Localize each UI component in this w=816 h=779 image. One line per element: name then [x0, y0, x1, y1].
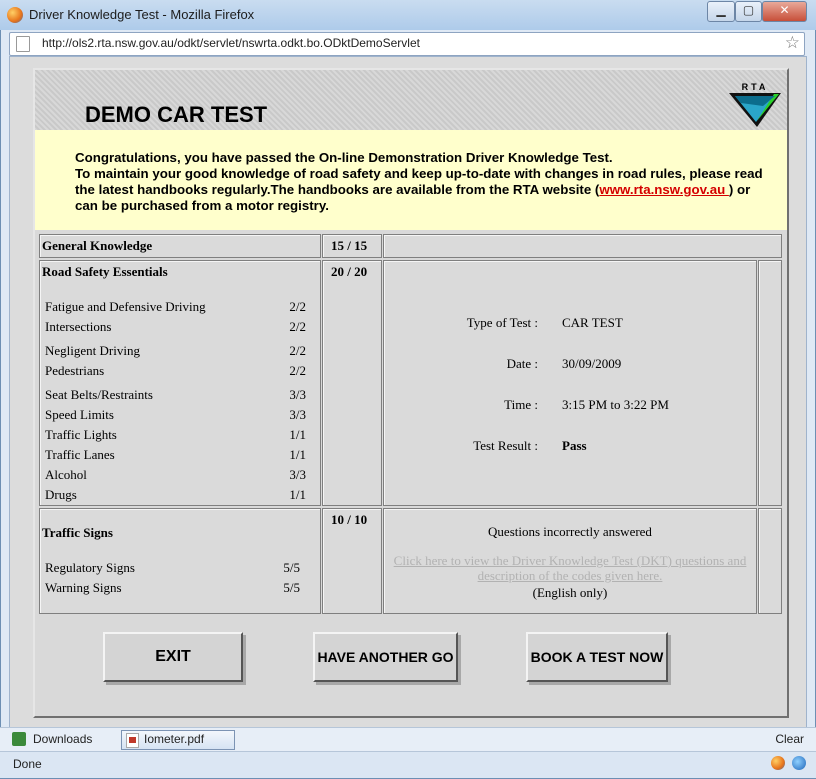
traffic-signs-cell: Traffic Signs Regulatory Signs 5/5 Warni… [39, 508, 321, 614]
downloads-bar: Downloads Iometer.pdf Clear [0, 727, 816, 752]
page-icon [16, 36, 30, 52]
test-result-value: Pass [562, 438, 587, 453]
topic-name: Drugs [45, 487, 77, 502]
date-label: Date : [506, 356, 538, 371]
topic-name: Traffic Lanes [45, 447, 115, 462]
topic-name: Intersections [45, 319, 112, 334]
action-buttons: EXIT HAVE ANOTHER GO BOOK A TEST NOW [35, 616, 787, 716]
general-knowledge-label: General Knowledge [42, 238, 153, 253]
status-text: Done [13, 757, 42, 771]
congratulations-message: Congratulations, you have passed the On-… [75, 150, 775, 214]
message-line-1: Congratulations, you have passed the On-… [75, 150, 613, 165]
topic-score: 1/1 [289, 447, 306, 462]
topic-name: Negligent Driving [45, 343, 140, 358]
view-questions-link[interactable]: Click here to view the Driver Knowledge … [390, 553, 750, 583]
status-bar: Done [0, 751, 816, 778]
rta-website-link[interactable]: www.rta.nsw.gov.au [599, 182, 729, 197]
downloads-icon [12, 732, 26, 746]
have-another-go-button[interactable]: HAVE ANOTHER GO [313, 632, 458, 682]
address-bar[interactable]: http://ols2.rta.nsw.gov.au/odkt/servlet/… [9, 32, 805, 56]
road-safety-score: 20 / 20 [331, 264, 368, 279]
maximize-button[interactable]: ▢ [735, 1, 762, 22]
book-a-test-now-button[interactable]: BOOK A TEST NOW [526, 632, 668, 682]
topic-name: Alcohol [45, 467, 87, 482]
rta-logo: RTA [729, 82, 781, 127]
star-icon[interactable]: ☆ [785, 33, 800, 53]
topic-score: 3/3 [289, 407, 306, 422]
english-only-note: (English only) [532, 585, 608, 600]
road-safety-cell: Road Safety Essentials Fatigue and Defen… [39, 260, 321, 506]
sign-topic-name: Warning Signs [45, 580, 122, 595]
traffic-signs-score-cell: 10 / 10 [322, 508, 382, 614]
topic-name: Fatigue and Defensive Driving [45, 299, 206, 314]
topic-name: Traffic Lights [45, 427, 117, 442]
traffic-signs-label: Traffic Signs [42, 525, 113, 540]
general-knowledge-label-cell: General Knowledge [39, 234, 321, 258]
page-title: DEMO CAR TEST [85, 102, 268, 127]
sign-topic-name: Regulatory Signs [45, 560, 135, 575]
time-label: Time : [504, 397, 538, 412]
road-safety-score-cell: 20 / 20 [322, 260, 382, 506]
test-result-label: Test Result : [473, 438, 538, 453]
topic-name: Seat Belts/Restraints [45, 387, 153, 402]
general-knowledge-score-cell: 15 / 15 [322, 234, 382, 258]
topic-score: 3/3 [289, 467, 306, 482]
download-file-name[interactable]: Iometer.pdf [144, 732, 204, 746]
pdf-icon [126, 733, 139, 748]
topic-score: 2/2 [289, 299, 306, 314]
date-value: 30/09/2009 [562, 356, 622, 371]
topic-score: 2/2 [289, 363, 306, 378]
traffic-signs-score: 10 / 10 [331, 512, 368, 527]
topic-score: 3/3 [289, 387, 306, 402]
result-panel: DEMO CAR TEST RTA Congratulations, you h… [33, 68, 789, 718]
message-box: Congratulations, you have passed the On-… [35, 130, 787, 230]
firefox-status-icon[interactable] [771, 756, 785, 770]
sign-topic-score: 5/5 [283, 560, 300, 575]
topic-score: 1/1 [289, 427, 306, 442]
page-header: DEMO CAR TEST RTA [35, 70, 787, 130]
sign-topic-score: 5/5 [283, 580, 300, 595]
download-item[interactable]: Iometer.pdf [121, 730, 235, 750]
details-side-cell [758, 260, 782, 506]
page-content: DEMO CAR TEST RTA Congratulations, you h… [9, 56, 807, 728]
downloads-label[interactable]: Downloads [33, 732, 92, 746]
topic-score: 1/1 [289, 487, 306, 502]
topic-name: Pedestrians [45, 363, 105, 378]
window-title: Driver Knowledge Test - Mozilla Firefox [29, 7, 255, 22]
time-value: 3:15 PM to 3:22 PM [562, 397, 669, 412]
topic-score: 2/2 [289, 343, 306, 358]
topic-score: 2/2 [289, 319, 306, 334]
type-of-test-value: CAR TEST [562, 315, 623, 330]
firefox-icon [7, 7, 23, 23]
globe-icon[interactable] [792, 756, 806, 770]
title-bar: Driver Knowledge Test - Mozilla Firefox … [0, 0, 816, 30]
general-knowledge-score: 15 / 15 [331, 238, 368, 253]
clear-downloads-button[interactable]: Clear [775, 732, 804, 746]
road-safety-label: Road Safety Essentials [42, 264, 168, 279]
close-button[interactable]: ✕ [762, 1, 807, 22]
questions-heading: Questions incorrectly answered [488, 524, 652, 539]
test-details-cell: Type of Test : CAR TEST Date : 30/09/200… [383, 260, 757, 506]
minimize-button[interactable]: ▁ [707, 1, 735, 22]
url-text[interactable]: http://ols2.rta.nsw.gov.au/odkt/servlet/… [42, 36, 420, 50]
exit-button[interactable]: EXIT [103, 632, 243, 682]
rta-logo-text: RTA [742, 82, 769, 92]
type-of-test-label: Type of Test : [466, 315, 538, 330]
general-knowledge-blank-cell [383, 234, 782, 258]
questions-side-cell [758, 508, 782, 614]
questions-cell: Questions incorrectly answered Click her… [383, 508, 757, 614]
topic-name: Speed Limits [45, 407, 114, 422]
